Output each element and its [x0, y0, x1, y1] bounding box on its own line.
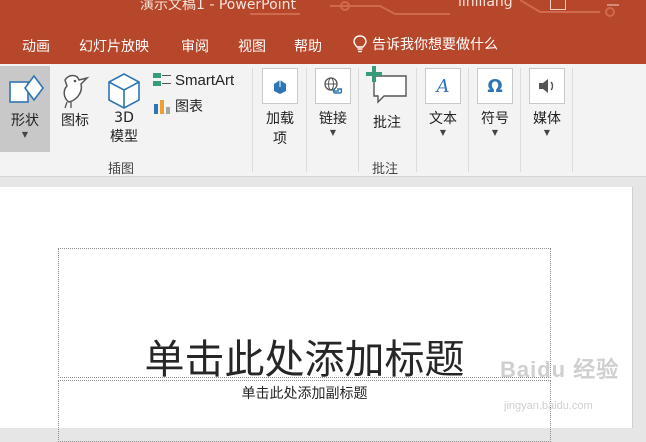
separator [358, 68, 359, 172]
tab-help[interactable]: 帮助 [294, 36, 322, 56]
lightbulb-icon [353, 35, 367, 53]
addins-label-line2: 项 [273, 131, 287, 147]
separator [306, 68, 307, 172]
tab-review[interactable]: 审阅 [181, 36, 209, 56]
user-name[interactable]: linlilang [458, 0, 513, 10]
shapes-icon [9, 74, 44, 103]
minimize-button[interactable] [606, 0, 620, 8]
links-label: 链接 [319, 111, 347, 127]
separator [572, 68, 573, 172]
watermark-brand: Baidu 经验 [500, 357, 620, 382]
minimize-icon [607, 4, 619, 6]
smartart-icon [153, 73, 171, 86]
bird-icon [63, 74, 90, 109]
speaker-icon [529, 68, 565, 104]
media-label: 媒体 [533, 111, 561, 127]
comments-group-label: 批注 [372, 162, 399, 177]
separator [468, 68, 469, 172]
shapes-label: 形状 [11, 113, 39, 129]
baidu-watermark: Baidu 经验 jingyan.baidu.com [500, 352, 640, 428]
chevron-down-icon: ▼ [439, 128, 447, 137]
separator [252, 68, 253, 172]
title-bar: 演示文稿1 - PowerPoint linlilang [0, 0, 646, 22]
addins-button[interactable]: 加载 项 [258, 68, 302, 148]
media-button[interactable]: 媒体 ▼ [526, 68, 568, 138]
comment-icon [366, 66, 407, 104]
text-label: 文本 [429, 111, 457, 127]
tell-me-search[interactable]: 告诉我你想要做什么 [352, 34, 498, 54]
title-placeholder-text: 单击此处添加标题 [144, 337, 465, 383]
smartart-button[interactable]: SmartArt [152, 70, 234, 90]
3d-label-line2: 模型 [110, 129, 138, 145]
symbols-label: 符号 [481, 111, 509, 127]
chevron-down-icon: ▼ [491, 128, 499, 137]
ribbon-display-options-button[interactable] [550, 0, 566, 10]
links-button[interactable]: 链接 ▼ [312, 68, 354, 138]
chart-button[interactable]: 图表 [153, 96, 203, 116]
tab-animations[interactable]: 动画 [22, 36, 50, 56]
bar-chart-icon [154, 100, 170, 114]
title-placeholder[interactable]: 单击此处添加标题 [58, 248, 551, 383]
3d-models-button[interactable]: 3D 模型 [102, 66, 146, 146]
tab-slideshow[interactable]: 幻灯片放映 [79, 36, 149, 56]
ribbon-insert: 形状 ▼ 图标 3D 模型 SmartArt 图表 插图 加载 项 链接 ▼ 批… [0, 64, 646, 177]
separator [416, 68, 417, 172]
subtitle-placeholder-text: 单击此处添加副标题 [241, 386, 368, 402]
chevron-down-icon: ▼ [543, 128, 551, 137]
subtitle-placeholder[interactable]: 单击此处添加副标题 [58, 380, 551, 442]
chart-label: 图表 [175, 99, 203, 115]
chevron-down-icon: ▼ [21, 130, 29, 139]
addins-icon [262, 68, 298, 104]
menu-bar: 动画 幻灯片放映 审阅 视图 帮助 告诉我你想要做什么 [0, 22, 646, 64]
symbols-button[interactable]: Ω 符号 ▼ [474, 68, 516, 138]
link-icon [315, 68, 351, 104]
comment-label: 批注 [373, 115, 401, 131]
smartart-label: SmartArt [175, 71, 235, 89]
comment-button[interactable]: 批注 [364, 66, 410, 132]
omega-icon: Ω [477, 68, 513, 104]
3d-label-line1: 3D [114, 110, 134, 126]
chevron-down-icon: ▼ [329, 128, 337, 137]
window-title: 演示文稿1 - PowerPoint [140, 0, 296, 13]
watermark-url: jingyan.baidu.com [504, 400, 593, 412]
addins-label-line1: 加载 [266, 111, 294, 127]
text-icon: A [425, 68, 461, 104]
icons-button[interactable]: 图标 [54, 66, 96, 130]
separator [520, 68, 521, 172]
shapes-button[interactable]: 形状 ▼ [0, 66, 50, 152]
text-button[interactable]: A 文本 ▼ [422, 68, 464, 138]
cube-icon [108, 73, 140, 109]
tell-me-label: 告诉我你想要做什么 [372, 37, 498, 53]
illustrations-group-label: 插图 [108, 162, 135, 177]
icons-label: 图标 [61, 113, 89, 129]
tab-view[interactable]: 视图 [238, 36, 266, 56]
